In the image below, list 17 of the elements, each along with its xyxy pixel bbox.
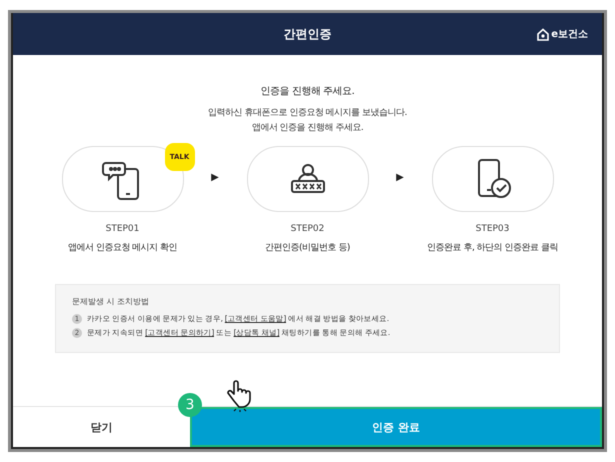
- instruction-text: 입력하신 휴대폰으로 인증요청 메시지를 보냈습니다.: [208, 107, 407, 120]
- step-number-badge: 3: [178, 393, 202, 417]
- step-description: 간편인증(비밀번호 등): [265, 242, 350, 254]
- notice-title: 문제발생 시 조치방법: [72, 296, 150, 307]
- step-arrow: ▶: [395, 172, 405, 183]
- step-label: STEP02: [290, 224, 324, 234]
- step-description: 인증완료 후, 하단의 인증완료 클릭: [427, 242, 558, 254]
- brand-logo: e보건소: [551, 28, 588, 41]
- password-user-icon: [290, 163, 326, 195]
- house-logo-icon: [537, 28, 550, 40]
- step-description: 앱에서 인증요청 메시지 확인: [68, 242, 178, 254]
- step-arrow: ▶: [210, 172, 220, 183]
- window-title: 간편인증: [284, 26, 332, 42]
- step-label: STEP03: [476, 224, 510, 234]
- instruction-text: 앱에서 인증을 진행해 주세요.: [252, 122, 364, 135]
- step-label: STEP01: [106, 224, 140, 234]
- instruction-heading: 인증을 진행해 주세요.: [260, 85, 354, 98]
